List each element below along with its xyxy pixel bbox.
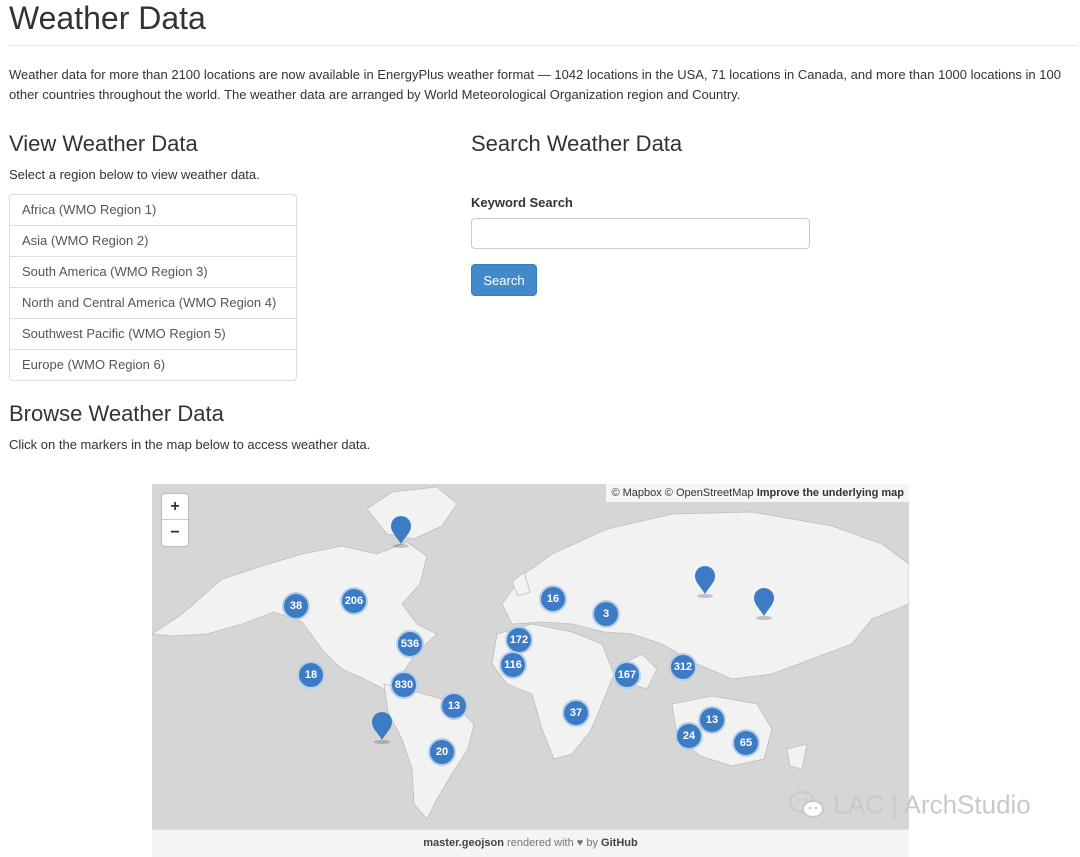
heart-icon: ♥ bbox=[576, 837, 584, 849]
cluster-marker[interactable]: 65 bbox=[732, 729, 760, 757]
zoom-out-button[interactable]: − bbox=[162, 519, 188, 545]
cluster-marker[interactable]: 38 bbox=[282, 592, 310, 620]
attribution-text: © Mapbox © OpenStreetMap bbox=[611, 487, 754, 499]
location-pin-icon[interactable] bbox=[390, 516, 412, 548]
search-heading: Search Weather Data bbox=[471, 131, 683, 156]
title-divider bbox=[9, 45, 1077, 46]
rendered-with-text: rendered with bbox=[507, 837, 574, 849]
browse-subtext: Click on the markers in the map below to… bbox=[9, 437, 371, 452]
search-button[interactable]: Search bbox=[471, 264, 537, 296]
cluster-marker[interactable]: 13 bbox=[440, 692, 468, 720]
map-footer: master.geojson rendered with ♥ by GitHub bbox=[152, 829, 909, 857]
by-text: by bbox=[586, 837, 598, 849]
region-item-africa[interactable]: Africa (WMO Region 1) bbox=[10, 195, 296, 225]
cluster-marker[interactable]: 3 bbox=[592, 600, 620, 628]
improve-map-link[interactable]: Improve the underlying map bbox=[757, 487, 904, 499]
cluster-marker[interactable]: 18 bbox=[297, 661, 325, 689]
region-item-north-central-america[interactable]: North and Central America (WMO Region 4) bbox=[10, 287, 296, 318]
view-heading: View Weather Data bbox=[9, 131, 198, 156]
keyword-search-input[interactable] bbox=[471, 218, 810, 249]
browse-heading: Browse Weather Data bbox=[9, 401, 224, 426]
watermark-text: LAC | ArchStudio bbox=[833, 789, 1031, 820]
cluster-marker[interactable]: 37 bbox=[562, 699, 590, 727]
region-item-europe[interactable]: Europe (WMO Region 6) bbox=[10, 349, 296, 380]
wechat-icon bbox=[789, 791, 824, 819]
page-title: Weather Data bbox=[9, 0, 206, 36]
view-subtext: Select a region below to view weather da… bbox=[9, 167, 260, 182]
cluster-marker[interactable]: 13 bbox=[698, 706, 726, 734]
location-pin-icon[interactable] bbox=[694, 566, 716, 598]
geojson-file-link[interactable]: master.geojson bbox=[423, 837, 504, 849]
region-list: Africa (WMO Region 1) Asia (WMO Region 2… bbox=[9, 194, 297, 381]
cluster-marker[interactable]: 830 bbox=[390, 671, 418, 699]
keyword-search-label: Keyword Search bbox=[471, 195, 573, 210]
github-link[interactable]: GitHub bbox=[601, 837, 638, 849]
location-pin-icon[interactable] bbox=[371, 712, 393, 744]
region-item-asia[interactable]: Asia (WMO Region 2) bbox=[10, 225, 296, 256]
cluster-marker[interactable]: 536 bbox=[396, 630, 424, 658]
map-attribution: © Mapbox © OpenStreetMap Improve the und… bbox=[606, 484, 909, 502]
cluster-marker[interactable]: 20 bbox=[428, 738, 456, 766]
region-item-south-america[interactable]: South America (WMO Region 3) bbox=[10, 256, 296, 287]
cluster-marker[interactable]: 167 bbox=[613, 661, 641, 689]
region-item-southwest-pacific[interactable]: Southwest Pacific (WMO Region 5) bbox=[10, 318, 296, 349]
cluster-marker[interactable]: 24 bbox=[675, 722, 703, 750]
intro-paragraph: Weather data for more than 2100 location… bbox=[9, 67, 1061, 102]
cluster-marker[interactable]: 16 bbox=[539, 585, 567, 613]
watermark: LAC | ArchStudio bbox=[788, 788, 1031, 821]
zoom-in-button[interactable]: + bbox=[162, 494, 188, 519]
cluster-marker[interactable]: 206 bbox=[340, 587, 368, 615]
location-pin-icon[interactable] bbox=[753, 588, 775, 620]
cluster-marker[interactable]: 312 bbox=[669, 653, 697, 681]
cluster-marker[interactable]: 172 bbox=[505, 626, 533, 654]
zoom-control: + − bbox=[161, 493, 189, 547]
cluster-marker[interactable]: 116 bbox=[499, 651, 527, 679]
